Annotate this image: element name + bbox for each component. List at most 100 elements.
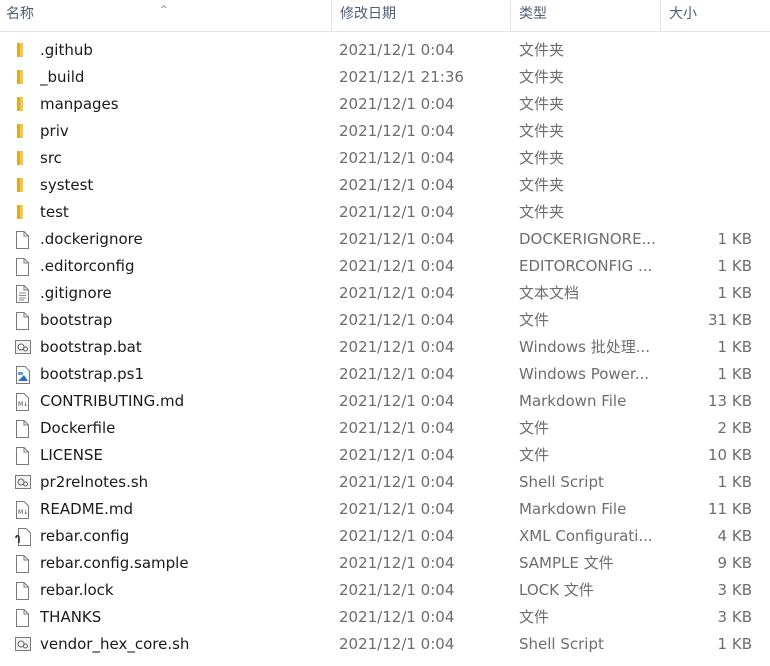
file-icon — [15, 415, 35, 442]
file-name: rebar.config — [40, 527, 130, 545]
file-name: .editorconfig — [40, 257, 135, 275]
column-header-type[interactable]: 类型 — [511, 0, 661, 31]
file-size: 9 KB — [717, 554, 752, 572]
file-icon — [15, 604, 35, 631]
file-icon — [15, 253, 35, 280]
file-modified-date: 2021/12/1 0:04 — [339, 419, 455, 437]
file-row[interactable]: pr2relnotes.sh 2021/12/1 0:04 Shell Script… — [0, 469, 770, 496]
file-name: bootstrap — [40, 311, 113, 329]
file-name: rebar.lock — [40, 581, 114, 599]
column-header-name[interactable]: 名称 ^ — [0, 0, 332, 31]
file-name: .gitignore — [40, 284, 112, 302]
column-header-size-label: 大小 — [669, 6, 697, 22]
file-row[interactable]: test 2021/12/1 0:04 文件夹 — [0, 199, 770, 226]
file-type: 文件夹 — [519, 203, 565, 221]
file-row[interactable]: rebar.lock 2021/12/1 0:04 LOCK 文件 3 KB — [0, 577, 770, 604]
file-type: 文件夹 — [519, 41, 565, 59]
file-modified-date: 2021/12/1 0:04 — [339, 284, 455, 302]
file-size: 4 KB — [717, 527, 752, 545]
file-name: vendor_hex_core.sh — [40, 635, 190, 653]
file-name: Dockerfile — [40, 419, 116, 437]
file-type: Windows 批处理... — [519, 338, 651, 356]
file-type: 文件 — [519, 608, 550, 626]
file-row[interactable]: manpages 2021/12/1 0:04 文件夹 — [0, 91, 770, 118]
file-modified-date: 2021/12/1 0:04 — [339, 122, 455, 140]
file-row[interactable]: bootstrap 2021/12/1 0:04 文件 31 KB — [0, 307, 770, 334]
file-size: 10 KB — [708, 446, 752, 464]
column-header-date[interactable]: 修改日期 — [332, 0, 511, 31]
file-name: bootstrap.ps1 — [40, 365, 144, 383]
file-row[interactable]: vendor_hex_core.sh 2021/12/1 0:04 Shell Sc… — [0, 631, 770, 658]
file-type: Windows Power... — [519, 365, 650, 383]
file-size: 3 KB — [717, 608, 752, 626]
folder-icon — [15, 172, 35, 199]
file-type: 文件夹 — [519, 122, 565, 140]
file-icon — [15, 550, 35, 577]
script-file-icon — [15, 469, 35, 496]
file-row[interactable]: bootstrap.bat 2021/12/1 0:04 Windows 批处理..… — [0, 334, 770, 361]
file-row[interactable]: .editorconfig 2021/12/1 0:04 EDITORCONFIG … — [0, 253, 770, 280]
folder-icon — [15, 199, 35, 226]
file-row[interactable]: .github 2021/12/1 0:04 文件夹 — [0, 37, 770, 64]
file-type: 文件夹 — [519, 149, 565, 167]
file-modified-date: 2021/12/1 0:04 — [339, 500, 455, 518]
file-row[interactable]: .gitignore 2021/12/1 0:04 文本文档 1 KB — [0, 280, 770, 307]
file-type: 文本文档 — [519, 284, 580, 302]
file-row[interactable]: rebar.config 2021/12/1 0:04 XML Configurat… — [0, 523, 770, 550]
file-name: src — [40, 149, 62, 167]
file-size: 1 KB — [717, 635, 752, 653]
file-row[interactable]: systest 2021/12/1 0:04 文件夹 — [0, 172, 770, 199]
folder-icon — [15, 145, 35, 172]
file-row[interactable]: THANKS 2021/12/1 0:04 文件 3 KB — [0, 604, 770, 631]
file-type: 文件夹 — [519, 95, 565, 113]
file-name: .dockerignore — [40, 230, 143, 248]
file-size: 3 KB — [717, 581, 752, 599]
folder-icon — [15, 64, 35, 91]
file-size: 1 KB — [717, 473, 752, 491]
file-name: README.md — [40, 500, 134, 518]
file-name: rebar.config.sample — [40, 554, 189, 572]
sort-ascending-icon: ^ — [160, 5, 168, 15]
file-size: 1 KB — [717, 257, 752, 275]
file-modified-date: 2021/12/1 0:04 — [339, 311, 455, 329]
file-type: 文件夹 — [519, 176, 565, 194]
file-type: 文件 — [519, 446, 550, 464]
file-row[interactable]: Dockerfile 2021/12/1 0:04 文件 2 KB — [0, 415, 770, 442]
file-row[interactable]: src 2021/12/1 0:04 文件夹 — [0, 145, 770, 172]
file-name: bootstrap.bat — [40, 338, 142, 356]
file-row[interactable]: bootstrap.ps1 2021/12/1 0:04 Windows Power… — [0, 361, 770, 388]
file-type: 文件 — [519, 419, 550, 437]
file-modified-date: 2021/12/1 0:04 — [339, 635, 455, 653]
file-row[interactable]: _build 2021/12/1 21:36 文件夹 — [0, 64, 770, 91]
file-name: CONTRIBUTING.md — [40, 392, 185, 410]
folder-icon — [15, 91, 35, 118]
file-modified-date: 2021/12/1 0:04 — [339, 554, 455, 572]
file-size: 1 KB — [717, 338, 752, 356]
svg-text:M↓: M↓ — [18, 509, 28, 516]
file-modified-date: 2021/12/1 0:04 — [339, 446, 455, 464]
file-type: XML Configurati... — [519, 527, 653, 545]
file-size: 1 KB — [717, 365, 752, 383]
file-name: systest — [40, 176, 94, 194]
file-type: 文件 — [519, 311, 550, 329]
file-row[interactable]: rebar.config.sample 2021/12/1 0:04 SAMPLE … — [0, 550, 770, 577]
file-row[interactable]: LICENSE 2021/12/1 0:04 文件 10 KB — [0, 442, 770, 469]
text-file-icon — [15, 280, 35, 307]
column-header-size[interactable]: 大小 — [661, 0, 770, 31]
file-type: Markdown File — [519, 500, 627, 518]
file-type: 文件夹 — [519, 68, 565, 86]
file-list: .github 2021/12/1 0:04 文件夹 _build 2021/12/1 … — [0, 37, 770, 658]
file-modified-date: 2021/12/1 0:04 — [339, 203, 455, 221]
folder-icon — [15, 118, 35, 145]
svg-text:M↓: M↓ — [18, 401, 28, 408]
file-row[interactable]: M↓ README.md 2021/12/1 0:04 Markdown File 11… — [0, 496, 770, 523]
batch-file-icon — [15, 334, 35, 361]
file-row[interactable]: M↓ CONTRIBUTING.md 2021/12/1 0:04 Markdown … — [0, 388, 770, 415]
file-modified-date: 2021/12/1 0:04 — [339, 95, 455, 113]
column-header-bar: 名称 ^ 修改日期 类型 大小 — [0, 0, 770, 32]
file-name: LICENSE — [40, 446, 103, 464]
file-row[interactable]: .dockerignore 2021/12/1 0:04 DOCKERIGNORE.… — [0, 226, 770, 253]
file-row[interactable]: priv 2021/12/1 0:04 文件夹 — [0, 118, 770, 145]
file-type: Shell Script — [519, 635, 604, 653]
file-name: THANKS — [40, 608, 102, 626]
